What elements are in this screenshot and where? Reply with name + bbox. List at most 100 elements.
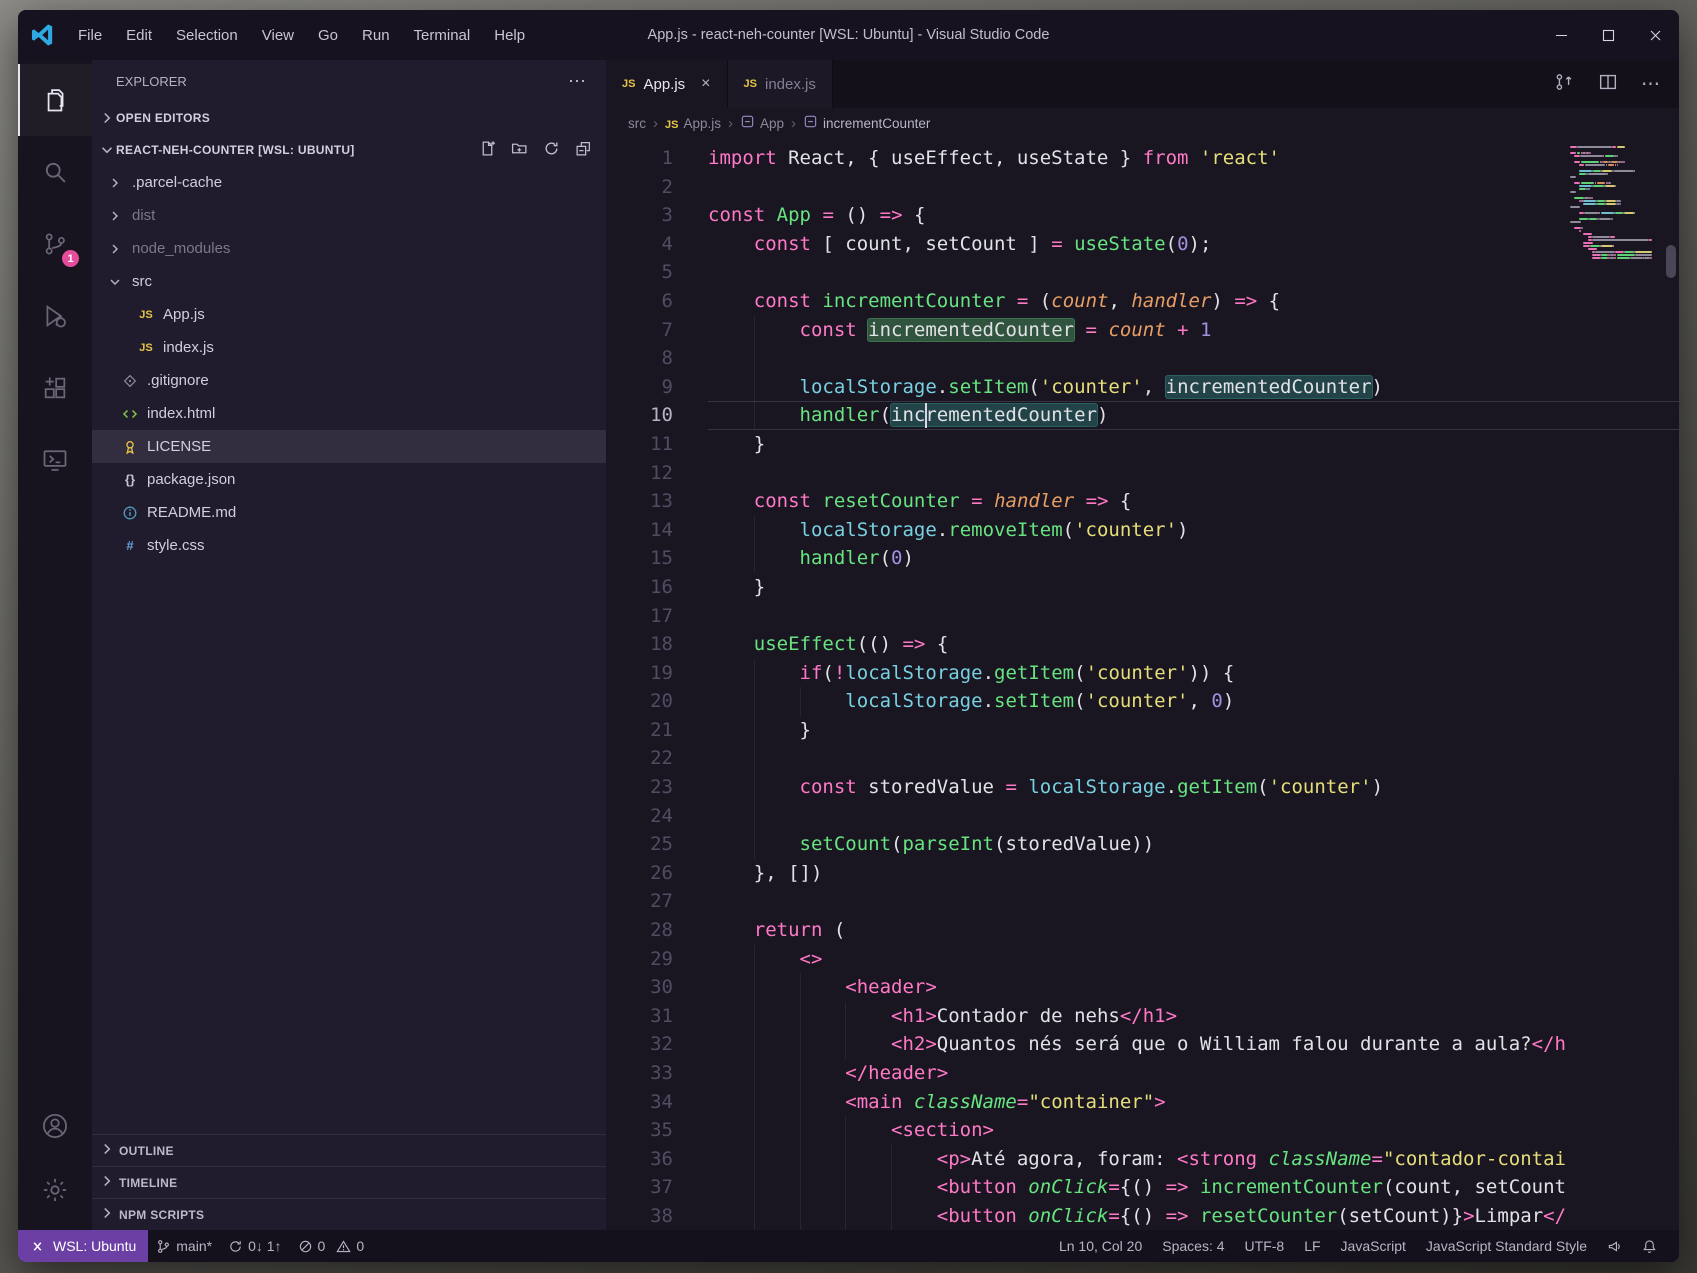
git-branch-icon xyxy=(156,1239,171,1254)
new-file-icon[interactable] xyxy=(479,140,496,160)
cursor-position[interactable]: Ln 10, Col 20 xyxy=(1049,1238,1152,1254)
tab-index-js[interactable]: JSindex.js xyxy=(728,60,833,108)
menu-terminal[interactable]: Terminal xyxy=(402,10,483,60)
run-debug-icon xyxy=(41,302,69,330)
notifications-bell-button[interactable] xyxy=(1632,1239,1667,1254)
split-editor-icon[interactable] xyxy=(1597,71,1619,98)
breadcrumb-item-incrementcounter[interactable]: incrementCounter xyxy=(803,114,930,132)
breadcrumb-separator-icon: › xyxy=(728,115,733,132)
line-number: 17 xyxy=(606,602,673,631)
section-npm-scripts[interactable]: NPM SCRIPTS xyxy=(92,1198,606,1230)
code-editor[interactable]: import React, { useEffect, useState } fr… xyxy=(708,138,1679,1230)
collapse-all-icon[interactable] xyxy=(575,140,592,160)
tab-app-js[interactable]: JSApp.js× xyxy=(606,60,728,108)
formatter[interactable]: JavaScript Standard Style xyxy=(1416,1238,1597,1254)
section-timeline[interactable]: TIMELINE xyxy=(92,1166,606,1198)
status-label: Spaces: 4 xyxy=(1162,1238,1224,1254)
tree-item-label: App.js xyxy=(163,306,205,323)
search-button[interactable] xyxy=(18,136,92,208)
menu-run[interactable]: Run xyxy=(350,10,402,60)
refresh-icon[interactable] xyxy=(543,140,560,160)
code-line: localStorage.setItem('counter', incremen… xyxy=(708,373,1679,402)
explorer-button[interactable] xyxy=(18,64,92,136)
extensions-button[interactable] xyxy=(18,352,92,424)
run-debug-button[interactable] xyxy=(18,280,92,352)
close-button[interactable] xyxy=(1632,10,1679,60)
remote-icon xyxy=(30,1239,45,1254)
eol[interactable]: LF xyxy=(1294,1238,1330,1254)
menu-help[interactable]: Help xyxy=(482,10,537,60)
status-label: UTF-8 xyxy=(1245,1238,1285,1254)
tree-item-app-js[interactable]: JSApp.js xyxy=(92,298,606,331)
line-number: 10 xyxy=(606,401,673,430)
new-folder-icon[interactable] xyxy=(511,140,528,160)
indentation[interactable]: Spaces: 4 xyxy=(1152,1238,1234,1254)
errors-icon xyxy=(298,1239,313,1254)
code-line: } xyxy=(708,716,1679,745)
open-editors-section[interactable]: OPEN EDITORS xyxy=(92,102,606,134)
close-tab-icon[interactable]: × xyxy=(701,75,710,93)
warnings-icon xyxy=(336,1239,351,1254)
minimize-button[interactable] xyxy=(1538,10,1585,60)
line-number: 14 xyxy=(606,516,673,545)
sync-label: 0↓ 1↑ xyxy=(248,1238,281,1254)
tree-item-src[interactable]: src xyxy=(92,265,606,298)
tree-item-readme-md[interactable]: README.md xyxy=(92,496,606,529)
breadcrumb-label: incrementCounter xyxy=(823,116,930,131)
source-control-button[interactable]: 1 xyxy=(18,208,92,280)
scrollbar-thumb[interactable] xyxy=(1666,245,1676,278)
code-line: handler(0) xyxy=(708,544,1679,573)
open-changes-icon[interactable] xyxy=(1553,71,1575,98)
tree-item--gitignore[interactable]: .gitignore xyxy=(92,364,606,397)
breadcrumb-item-app[interactable]: App xyxy=(740,114,784,132)
remote-indicator[interactable]: WSL: Ubuntu xyxy=(18,1230,148,1262)
menu-file[interactable]: File xyxy=(66,10,114,60)
menu-edit[interactable]: Edit xyxy=(114,10,164,60)
settings-gear-button[interactable] xyxy=(18,1158,92,1222)
tree-item-dist[interactable]: dist xyxy=(92,199,606,232)
maximize-button[interactable] xyxy=(1585,10,1632,60)
tree-item--parcel-cache[interactable]: .parcel-cache xyxy=(92,166,606,199)
chevron-right-icon xyxy=(98,1204,116,1225)
language-mode[interactable]: JavaScript xyxy=(1331,1238,1416,1254)
line-number: 19 xyxy=(606,659,673,688)
section-outline[interactable]: OUTLINE xyxy=(92,1134,606,1166)
line-number: 20 xyxy=(606,687,673,716)
tree-item-label: package.json xyxy=(147,471,235,488)
indent-guide xyxy=(754,716,755,745)
tree-item-index-html[interactable]: index.html xyxy=(92,397,606,430)
breadcrumb-separator-icon: › xyxy=(653,115,658,132)
tree-item-index-js[interactable]: JSindex.js xyxy=(92,331,606,364)
indent-guide xyxy=(800,973,801,1002)
indent-guide xyxy=(754,1030,755,1059)
editor-more-icon[interactable]: ⋯ xyxy=(1641,73,1661,96)
tree-item-license[interactable]: LICENSE xyxy=(92,430,606,463)
indent-guide xyxy=(754,1002,755,1031)
tree-item-label: dist xyxy=(132,207,155,224)
js-file-icon: JS xyxy=(744,78,757,90)
feedback-button[interactable] xyxy=(1597,1239,1632,1254)
encoding[interactable]: UTF-8 xyxy=(1235,1238,1295,1254)
indent-guide xyxy=(754,802,755,831)
tree-item-package-json[interactable]: {}package.json xyxy=(92,463,606,496)
code-line: const [ count, setCount ] = useState(0); xyxy=(708,230,1679,259)
line-number: 25 xyxy=(606,830,673,859)
account-button[interactable] xyxy=(18,1094,92,1158)
menu-selection[interactable]: Selection xyxy=(164,10,250,60)
breadcrumb-item-app-js[interactable]: JSApp.js xyxy=(665,116,721,131)
remote-explorer-button[interactable] xyxy=(18,424,92,496)
menu-go[interactable]: Go xyxy=(306,10,350,60)
tree-item-node-modules[interactable]: node_modules xyxy=(92,232,606,265)
breadcrumb-item-src[interactable]: src xyxy=(628,116,646,131)
git-branch-status[interactable]: main* xyxy=(148,1230,220,1262)
views-more-icon[interactable]: ⋯ xyxy=(568,71,588,92)
indent-guide xyxy=(800,1116,801,1145)
menu-view[interactable]: View xyxy=(250,10,306,60)
problems-status[interactable]: 0 0 xyxy=(290,1230,373,1262)
code-line: <p>Até agora, foram: <strong className="… xyxy=(708,1145,1679,1174)
errors-count: 0 xyxy=(318,1238,326,1254)
project-section[interactable]: REACT-NEH-COUNTER [WSL: UBUNTU] xyxy=(92,134,606,166)
tree-item-style-css[interactable]: #style.css xyxy=(92,529,606,562)
minimap[interactable] xyxy=(1570,145,1662,259)
sync-status[interactable]: 0↓ 1↑ xyxy=(220,1230,289,1262)
